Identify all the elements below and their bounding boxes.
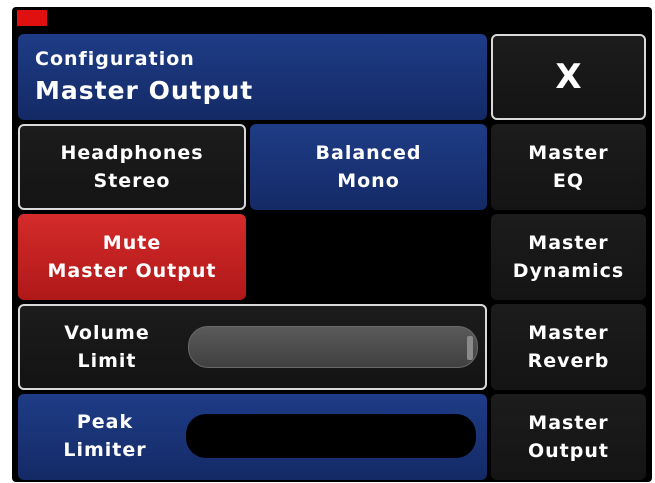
button-label-line2: Output (528, 440, 609, 462)
peak-limiter-panel: Peak Limiter (18, 394, 487, 480)
button-label-line1: Master (528, 412, 609, 434)
peak-limiter-label: Peak Limiter (30, 406, 180, 466)
master-dynamics-button[interactable]: Master Dynamics (491, 214, 646, 300)
button-label-line1: Balanced (315, 142, 422, 164)
button-label-line2: EQ (552, 170, 585, 192)
volume-limit-slider[interactable] (188, 326, 478, 368)
label-line2: Limiter (63, 439, 147, 461)
headphones-stereo-button[interactable]: Headphones Stereo (18, 124, 246, 210)
button-label-line2: Stereo (93, 170, 171, 192)
close-button[interactable]: X (491, 34, 646, 120)
mute-master-output-button[interactable]: Mute Master Output (18, 214, 246, 300)
peak-limiter-slider[interactable] (186, 414, 476, 458)
button-label-line1: Master (528, 142, 609, 164)
volume-limit-slider-handle[interactable] (467, 336, 473, 360)
button-label-line1: Master (528, 322, 609, 344)
page-subtitle: Configuration (35, 48, 195, 70)
close-icon: X (555, 57, 582, 97)
label-line2: Limit (77, 350, 137, 372)
label-line1: Volume (64, 322, 150, 344)
button-label-line2: Dynamics (512, 260, 625, 282)
master-output-button[interactable]: Master Output (491, 394, 646, 480)
button-label-line2: Reverb (527, 350, 610, 372)
button-label-line2: Mono (337, 170, 400, 192)
title-bar: Configuration Master Output (18, 34, 487, 120)
status-indicator (17, 10, 47, 26)
page-title: Master Output (35, 76, 254, 105)
button-label-line1: Headphones (60, 142, 204, 164)
button-label-line2: Master Output (47, 260, 217, 282)
button-label-line1: Master (528, 232, 609, 254)
balanced-mono-button[interactable]: Balanced Mono (250, 124, 487, 210)
label-line1: Peak (76, 411, 134, 433)
button-label-line1: Mute (102, 232, 162, 254)
volume-limit-label: Volume Limit (32, 318, 182, 376)
master-reverb-button[interactable]: Master Reverb (491, 304, 646, 390)
volume-limit-panel: Volume Limit (18, 304, 487, 390)
master-eq-button[interactable]: Master EQ (491, 124, 646, 210)
